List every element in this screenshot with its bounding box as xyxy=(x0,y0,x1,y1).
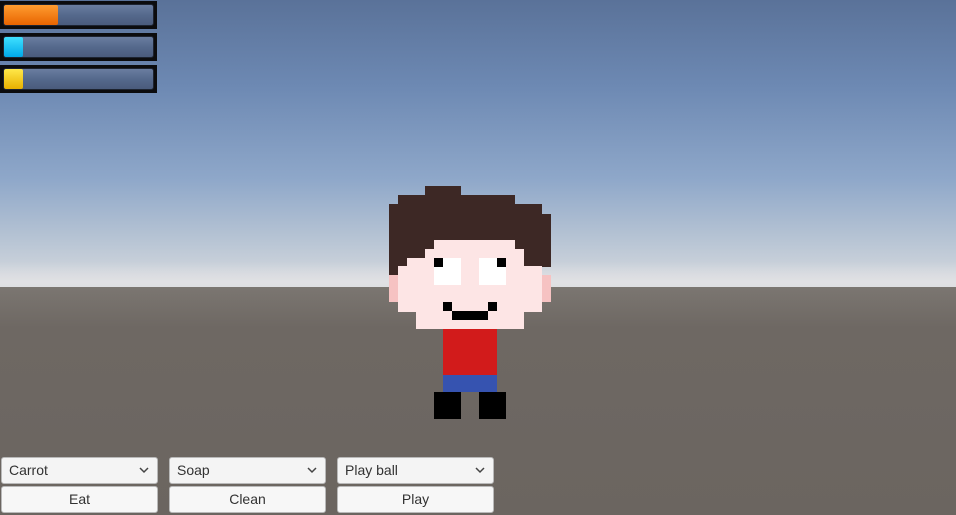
hunger-bar-track xyxy=(3,4,154,26)
food-dropdown[interactable]: Carrot xyxy=(1,457,158,484)
hygiene-bar xyxy=(0,33,157,61)
hygiene-bar-track xyxy=(3,36,154,58)
ear-right xyxy=(542,275,551,302)
pupil-right xyxy=(497,258,506,267)
play-button[interactable]: Play xyxy=(337,486,494,513)
chevron-down-icon xyxy=(307,467,317,474)
pupil-left xyxy=(434,258,443,267)
fun-bar xyxy=(0,65,157,93)
shirt xyxy=(443,329,497,375)
clean-button[interactable]: Clean xyxy=(169,486,326,513)
eat-button[interactable]: Eat xyxy=(1,486,158,513)
mouth-corner-left xyxy=(443,302,452,311)
cleaning-dropdown-value: Soap xyxy=(177,462,210,478)
activity-dropdown[interactable]: Play ball xyxy=(337,457,494,484)
shoe-right xyxy=(479,392,506,419)
hunger-bar xyxy=(0,1,157,29)
fun-bar-track xyxy=(3,68,154,90)
hunger-bar-fill xyxy=(4,5,58,25)
face-lower xyxy=(398,274,542,312)
mouth-corner-right xyxy=(488,302,497,311)
hair-mid xyxy=(389,214,551,241)
mouth xyxy=(452,311,488,320)
ear-left xyxy=(389,275,398,302)
shoe-left xyxy=(434,392,461,419)
fun-bar-fill xyxy=(4,69,24,89)
food-dropdown-value: Carrot xyxy=(9,462,48,478)
cleaning-dropdown[interactable]: Soap xyxy=(169,457,326,484)
game-viewport: Carrot Soap Play ball Eat Clean Play xyxy=(0,0,956,515)
hair-side-right xyxy=(524,249,551,267)
chevron-down-icon xyxy=(475,467,485,474)
hygiene-bar-fill xyxy=(4,37,24,57)
chevron-down-icon xyxy=(139,467,149,474)
pants xyxy=(443,375,497,392)
activity-dropdown-value: Play ball xyxy=(345,462,398,478)
